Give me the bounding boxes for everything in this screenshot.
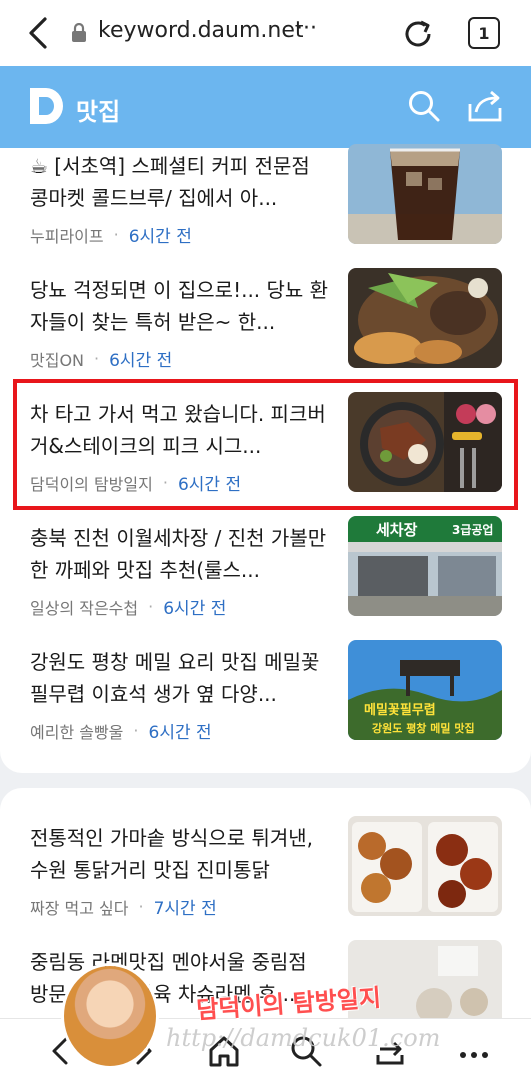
more-icon[interactable] bbox=[456, 1033, 492, 1069]
svg-text:3급공업: 3급공업 bbox=[452, 523, 493, 537]
article-meta: 짜장 먹고 싶다 · 7시간 전 bbox=[30, 894, 217, 919]
url-overflow: ··· bbox=[296, 16, 317, 41]
url-text[interactable]: keyword.daum.net bbox=[98, 18, 304, 43]
svg-text:강원도 평창 메밀 맛집: 강원도 평창 메밀 맛집 bbox=[372, 721, 475, 735]
tabs-icon[interactable]: 1 bbox=[468, 17, 500, 49]
article-thumbnail[interactable] bbox=[348, 268, 502, 368]
svg-text:메밀꽃필무렵: 메밀꽃필무렵 bbox=[364, 703, 436, 718]
share-icon[interactable] bbox=[466, 88, 504, 124]
page-title: 맛집 bbox=[76, 98, 121, 126]
list-item[interactable]: 강원도 평창 메밀 요리 맛집 메밀꽃필무렵 이효석 생가 옆 다양... 예리… bbox=[0, 640, 531, 772]
article-thumbnail[interactable]: 세차장 3급공업 bbox=[348, 516, 502, 616]
search-icon[interactable] bbox=[406, 88, 442, 124]
article-title[interactable]: ☕ [서초역] 스페셜티 커피 전문점 콩마켓 콜드브루/ 집에서 아... bbox=[30, 150, 330, 214]
reload-icon[interactable] bbox=[400, 16, 436, 52]
article-thumbnail[interactable] bbox=[348, 816, 502, 916]
article-thumbnail[interactable]: 메밀꽃필무렵 강원도 평창 메밀 맛집 bbox=[348, 640, 502, 740]
svg-text:세차장: 세차장 bbox=[376, 521, 418, 539]
daum-logo[interactable] bbox=[28, 86, 66, 126]
highlight-box bbox=[13, 379, 518, 510]
article-title[interactable]: 충북 진천 이월세차장 / 진천 가볼만 한 까페와 맛집 추천(룰스... bbox=[30, 522, 330, 586]
article-thumbnail[interactable] bbox=[348, 144, 502, 244]
list-item[interactable]: 전통적인 가마솥 방식으로 튀겨낸, 수원 통닭거리 맛집 진미통닭 짜장 먹고… bbox=[0, 816, 531, 948]
list-item[interactable]: ☕ [서초역] 스페셜티 커피 전문점 콩마켓 콜드브루/ 집에서 아... 누… bbox=[0, 144, 531, 276]
article-meta: 누피라이프 · 6시간 전 bbox=[30, 222, 192, 247]
article-meta: 일상의 작은수첩 · 6시간 전 bbox=[30, 594, 226, 619]
article-title[interactable]: 강원도 평창 메밀 요리 맛집 메밀꽃필무렵 이효석 생가 옆 다양... bbox=[30, 646, 330, 710]
list-item[interactable]: 충북 진천 이월세차장 / 진천 가볼만 한 까페와 맛집 추천(룰스... 일… bbox=[0, 516, 531, 648]
article-source: 누피라이프 bbox=[30, 226, 104, 246]
article-source: 짜장 먹고 싶다 bbox=[30, 898, 129, 918]
watermark-url: http://damdcuk01.com bbox=[166, 1024, 441, 1052]
article-time: 6시간 전 bbox=[163, 599, 227, 619]
watermark-avatar bbox=[64, 966, 156, 1066]
article-time: 7시간 전 bbox=[153, 899, 217, 919]
article-source: 예리한 솔빵울 bbox=[30, 722, 124, 742]
article-time: 6시간 전 bbox=[148, 723, 212, 743]
lock-icon bbox=[70, 22, 88, 43]
article-source: 맛집ON bbox=[30, 350, 85, 370]
article-time: 6시간 전 bbox=[128, 227, 192, 247]
daum-header: 맛집 bbox=[0, 66, 531, 148]
article-title[interactable]: 당뇨 걱정되면 이 집으로!... 당뇨 환자들이 찾는 특허 받은~ 한... bbox=[30, 274, 330, 338]
article-time: 6시간 전 bbox=[109, 351, 173, 371]
browser-address-bar: keyword.daum.net ··· 1 bbox=[0, 0, 531, 66]
article-source: 일상의 작은수첩 bbox=[30, 598, 139, 618]
article-meta: 맛집ON · 6시간 전 bbox=[30, 346, 172, 371]
back-arrow-icon[interactable] bbox=[22, 16, 54, 50]
article-title[interactable]: 전통적인 가마솥 방식으로 튀겨낸, 수원 통닭거리 맛집 진미통닭 bbox=[30, 822, 330, 886]
article-meta: 예리한 솔빵울 · 6시간 전 bbox=[30, 718, 212, 743]
